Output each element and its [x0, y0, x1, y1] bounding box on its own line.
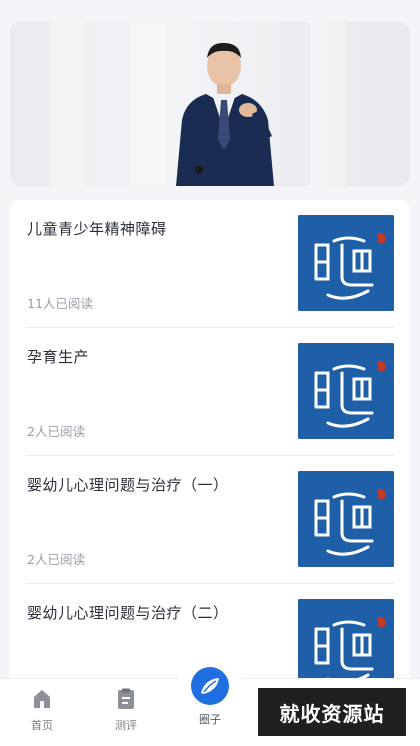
read-count: 2人已阅读 — [27, 424, 85, 439]
tab-label: 测评 — [115, 719, 137, 732]
tab-label: 首页 — [31, 719, 53, 732]
article-thumbnail — [298, 215, 394, 311]
banner-carousel[interactable] — [10, 22, 410, 186]
article-list: 儿童青少年精神障碍 11人已阅读 孕育生产 2人已阅读 婴幼儿心理问题与治疗（一… — [10, 200, 410, 680]
article-title: 孕育生产 — [27, 348, 90, 366]
list-item[interactable]: 婴幼儿心理问题与治疗（一） 2人已阅读 — [10, 456, 410, 584]
carousel-dot-active[interactable] — [195, 166, 203, 174]
read-count: 2人已阅读 — [27, 552, 85, 567]
tab-label: 圈子 — [199, 713, 221, 726]
tab-circle[interactable]: 圈子 — [168, 667, 252, 746]
read-count: 11人已阅读 — [27, 296, 93, 311]
tab-test[interactable]: 测评 — [84, 679, 168, 746]
carousel-dot[interactable] — [217, 166, 225, 174]
article-title: 儿童青少年精神障碍 — [27, 220, 167, 238]
circle-icon — [191, 667, 229, 705]
watermark: 就收资源站 — [258, 688, 406, 736]
tab-home[interactable]: 首页 — [0, 679, 84, 746]
clipboard-icon — [118, 688, 134, 709]
article-thumbnail — [298, 471, 394, 567]
article-thumbnail — [298, 343, 394, 439]
article-title: 婴幼儿心理问题与治疗（二） — [27, 604, 229, 622]
home-icon — [34, 690, 50, 708]
banner-person-image — [176, 42, 274, 186]
carousel-indicator[interactable] — [10, 166, 410, 174]
list-item[interactable]: 孕育生产 2人已阅读 — [10, 328, 410, 456]
article-title: 婴幼儿心理问题与治疗（一） — [27, 476, 229, 494]
list-item[interactable]: 儿童青少年精神障碍 11人已阅读 — [10, 200, 410, 328]
article-thumbnail — [298, 599, 394, 680]
